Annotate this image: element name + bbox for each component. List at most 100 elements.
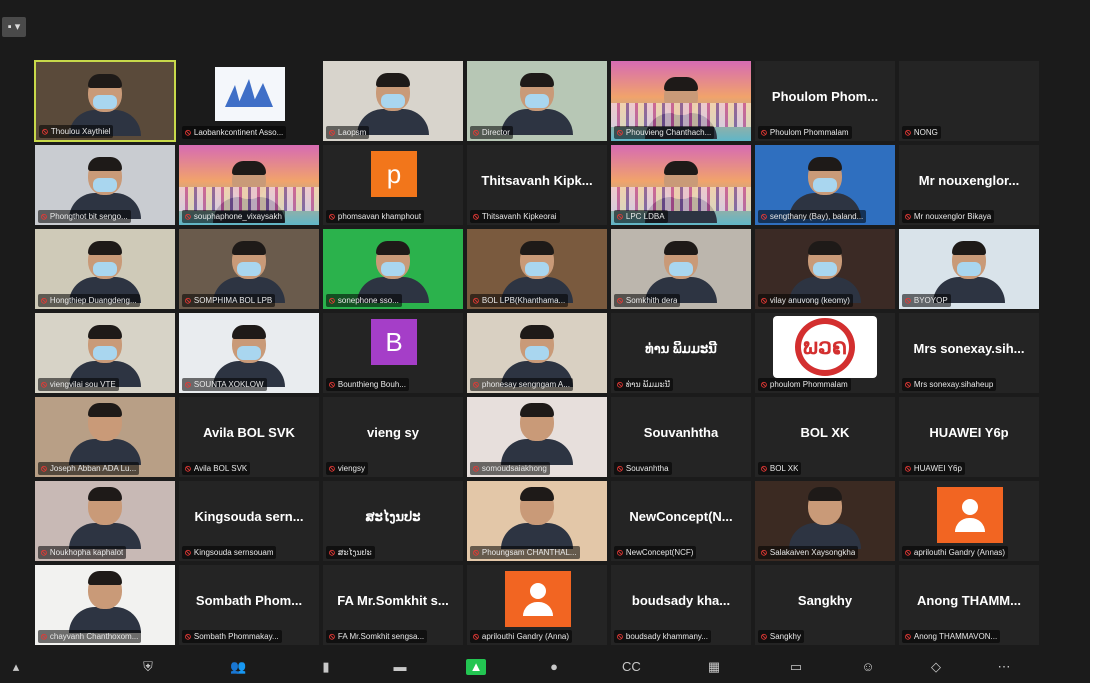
participant-figure — [789, 487, 861, 549]
participant-tile[interactable]: ⦸ chayvanh Chanthoxom... — [34, 564, 176, 646]
participant-tile[interactable]: Sangkhy ⦸ Sangkhy — [754, 564, 896, 646]
muted-mic-icon: ⦸ — [905, 631, 911, 641]
polls-icon[interactable]: ▮ — [318, 659, 334, 675]
muted-mic-icon: ⦸ — [473, 463, 479, 473]
participant-tile[interactable]: ⦸ NONG — [898, 60, 1040, 142]
audio-icon[interactable]: ▴ — [8, 659, 24, 675]
participant-tile[interactable]: NewConcept(N... ⦸ NewConcept(NCF) — [610, 480, 752, 562]
participant-gallery: ⦸ Thoulou Xaythiel ⦸ Laobankcontinent Asso.… — [34, 60, 1040, 646]
breakout-rooms-icon[interactable]: ▦ — [706, 659, 722, 675]
participant-tile[interactable]: ⦸ LPC LDBA — [610, 144, 752, 226]
muted-mic-icon: ⦸ — [905, 295, 911, 305]
participant-tile[interactable]: ⦸ SOUNTA XOKLOW — [178, 312, 320, 394]
participant-tile[interactable]: ⦸ Director — [466, 60, 608, 142]
participant-tile[interactable]: Kingsouda sern... ⦸ Kingsouda sernsouam — [178, 480, 320, 562]
participant-tile[interactable]: vieng sy ⦸ viengsy — [322, 396, 464, 478]
participant-tile[interactable]: Thitsavanh Kipk... ⦸ Thitsavanh Kipkeorai — [466, 144, 608, 226]
participant-name-label: ⦸ ທ່ານ ພິມມະນີ — [614, 378, 673, 391]
more-icon[interactable]: ⋯ — [996, 659, 1012, 675]
view-options-button[interactable]: ▪ ▾ — [2, 17, 26, 37]
muted-mic-icon: ⦸ — [617, 379, 623, 389]
participant-tile[interactable]: ທ່ານ ພິມມະນີ ⦸ ທ່ານ ພິມມະນີ — [610, 312, 752, 394]
participant-tile[interactable]: ⦸ Thoulou Xaythiel — [34, 60, 176, 142]
participant-name-label: ⦸ Salakaiven Xaysongkha — [758, 546, 859, 559]
participant-tile[interactable]: ⦸ Noukhopha kaphalot — [34, 480, 176, 562]
participant-name: Mr nouxenglor Bikaya — [913, 212, 992, 221]
participant-tile[interactable]: ⦸ aprilouthi Gandry (Anna) — [466, 564, 608, 646]
participant-name: sonephone sso... — [337, 296, 399, 305]
participant-tile[interactable]: Sombath Phom... ⦸ Sombath Phommakay... — [178, 564, 320, 646]
participant-tile[interactable]: ⦸ viengvilai sou VTE — [34, 312, 176, 394]
record-icon[interactable]: ● — [546, 659, 562, 675]
participant-tile[interactable]: HUAWEI Y6p ⦸ HUAWEI Y6p — [898, 396, 1040, 478]
participant-tile[interactable]: p ⦸ phomsavan khamphout — [322, 144, 464, 226]
muted-mic-icon: ⦸ — [185, 379, 191, 389]
participant-display-name: Mrs sonexay.sih... — [913, 341, 1025, 356]
participant-tile[interactable]: Avila BOL SVK ⦸ Avila BOL SVK — [178, 396, 320, 478]
participant-tile[interactable]: ⦸ vilay anuvong (keomy) — [754, 228, 896, 310]
apps-icon[interactable]: ◇ — [928, 659, 944, 675]
participant-tile[interactable]: ⦸ Phoungsam CHANTHAL... — [466, 480, 608, 562]
muted-mic-icon: ⦸ — [41, 379, 47, 389]
participant-tile[interactable]: Souvanhtha ⦸ Souvanhtha — [610, 396, 752, 478]
muted-mic-icon: ⦸ — [185, 547, 191, 557]
participant-tile[interactable]: ⦸ Joseph Abban ADA Lu... — [34, 396, 176, 478]
participant-tile[interactable]: boudsady kha... ⦸ boudsady khammany... — [610, 564, 752, 646]
closed-caption-icon[interactable]: CC — [622, 659, 641, 675]
participant-tile[interactable]: ⦸ Phongthot bit sengo... — [34, 144, 176, 226]
participant-display-name: Souvanhtha — [643, 425, 719, 440]
share-screen-icon[interactable]: ▲ — [466, 659, 486, 675]
participant-tile[interactable]: ພວຄ ⦸ phoulom Phommalam — [754, 312, 896, 394]
reactions-icon[interactable]: ☺ — [860, 659, 876, 675]
muted-mic-icon: ⦸ — [905, 127, 911, 137]
participant-tile[interactable]: Mrs sonexay.sih... ⦸ Mrs sonexay.sihaheup — [898, 312, 1040, 394]
participant-tile[interactable]: ⦸ sengthany (Bay), baland... — [754, 144, 896, 226]
muted-mic-icon: ⦸ — [329, 463, 335, 473]
muted-mic-icon: ⦸ — [761, 631, 767, 641]
participant-tile[interactable]: ⦸ Somkhith dera — [610, 228, 752, 310]
participant-tile[interactable]: Phoulom Phom... ⦸ Phoulom Phommalam — [754, 60, 896, 142]
participant-tile[interactable]: ⦸ BYOYOP — [898, 228, 1040, 310]
participant-name-label: ⦸ Mr nouxenglor Bikaya — [902, 210, 995, 223]
participant-tile[interactable]: ⦸ Phouvieng Chanthach... — [610, 60, 752, 142]
participant-tile[interactable]: ⦸ BOL LPB(Khanthama... — [466, 228, 608, 310]
participant-tile[interactable]: ⦸ Hongthiep Duangdeng... — [34, 228, 176, 310]
muted-mic-icon: ⦸ — [761, 127, 767, 137]
participant-tile[interactable]: ⦸ somoudsaiakhong — [466, 396, 608, 478]
participant-name: vilay anuvong (keomy) — [769, 296, 850, 305]
muted-mic-icon: ⦸ — [905, 463, 911, 473]
participant-name: Thoulou Xaythiel — [50, 127, 111, 136]
participant-tile[interactable]: ສະໄງນປະ ⦸ ສະໄງນປະ — [322, 480, 464, 562]
participant-tile[interactable]: ⦸ SOMPHIMA BOL LPB — [178, 228, 320, 310]
participant-tile[interactable]: ⦸ sonephone sso... — [322, 228, 464, 310]
participant-name-label: ⦸ phomsavan khamphout — [326, 210, 425, 223]
participant-name: Director — [481, 128, 510, 137]
chat-icon[interactable]: ▬ — [392, 659, 408, 675]
muted-mic-icon: ⦸ — [41, 547, 47, 557]
participant-name: Kingsouda sernsouam — [193, 548, 274, 557]
participants-icon[interactable]: 👥 — [230, 659, 246, 675]
participant-tile[interactable]: ⦸ aprilouthi Gandry (Annas) — [898, 480, 1040, 562]
participant-tile[interactable]: ⦸ Laobankcontinent Asso... — [178, 60, 320, 142]
participant-tile[interactable]: ⦸ Laopsm — [322, 60, 464, 142]
security-icon[interactable]: ⛨ — [140, 659, 156, 675]
participant-name: Phoulom Phommalam — [769, 128, 849, 137]
participant-name-label: ⦸ Phoungsam CHANTHAL... — [470, 546, 580, 559]
muted-mic-icon: ⦸ — [617, 295, 623, 305]
logo-text: ພວຄ — [802, 334, 848, 360]
participant-tile[interactable]: Mr nouxenglor... ⦸ Mr nouxenglor Bikaya — [898, 144, 1040, 226]
participant-tile[interactable]: ⦸ souphaphone_vixaysakh — [178, 144, 320, 226]
participant-tile[interactable]: B ⦸ Bounthieng Bouh... — [322, 312, 464, 394]
participant-initial-avatar: B — [371, 319, 417, 365]
participant-name-label: ⦸ boudsady khammany... — [614, 630, 711, 643]
participant-tile[interactable]: FA Mr.Somkhit s... ⦸ FA Mr.Somkhit sengsa.… — [322, 564, 464, 646]
muted-mic-icon: ⦸ — [473, 379, 479, 389]
participant-tile[interactable]: ⦸ phonesay sengngam A... — [466, 312, 608, 394]
participant-tile[interactable]: ⦸ Salakaiven Xaysongkha — [754, 480, 896, 562]
whiteboard-icon[interactable]: ▭ — [788, 659, 804, 675]
participant-tile[interactable]: BOL XK ⦸ BOL XK — [754, 396, 896, 478]
participant-name: FA Mr.Somkhit sengsa... — [337, 632, 425, 641]
muted-mic-icon: ⦸ — [761, 547, 767, 557]
participant-tile[interactable]: Anong THAMM... ⦸ Anong THAMMAVON... — [898, 564, 1040, 646]
participant-name: Noukhopha kaphalot — [49, 548, 124, 557]
